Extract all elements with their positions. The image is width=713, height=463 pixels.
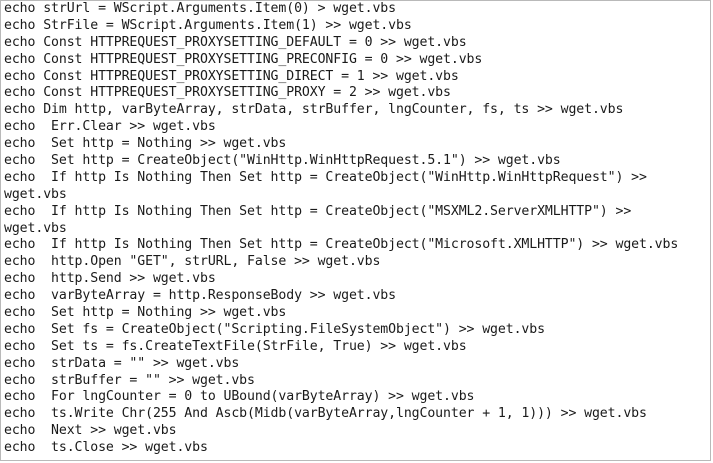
code-line: echo Set http = Nothing >> wget.vbs [4,305,287,321]
code-line: echo varByteArray = http.ResponseBody >>… [4,288,396,304]
code-line: echo Set http = Nothing >> wget.vbs [4,136,287,152]
code-line: echo Set fs = CreateObject("Scripting.Fi… [4,321,545,337]
code-line: echo If http Is Nothing Then Set http = … [4,169,647,185]
code-line: wget.vbs [4,220,67,236]
code-line: echo Const HTTPREQUEST_PROXYSETTING_PREC… [4,51,483,67]
code-line: echo http.Open "GET", strURL, False >> w… [4,254,381,270]
code-line: echo Set http = CreateObject("WinHttp.Wi… [4,153,561,169]
code-line: echo Const HTTPREQUEST_PROXYSETTING_DIRE… [4,68,459,84]
code-line: echo If http Is Nothing Then Set http = … [4,203,632,219]
code-line: echo Set ts = fs.CreateTextFile(StrFile,… [4,338,467,354]
code-line: echo ts.Write Chr(255 And Ascb(Midb(varB… [4,406,647,422]
code-line: echo If http Is Nothing Then Set http = … [4,237,679,253]
code-line: echo http.Send >> wget.vbs [4,271,216,287]
code-line: echo Err.Clear >> wget.vbs [4,119,216,135]
code-line: echo strUrl = WScript.Arguments.Item(0) … [4,1,396,16]
code-line: echo Next >> wget.vbs [4,423,177,439]
code-line: echo strData = "" >> wget.vbs [4,355,240,371]
code-line: echo Const HTTPREQUEST_PROXYSETTING_PROX… [4,85,451,101]
code-line: echo ts.Close >> wget.vbs [4,440,208,456]
code-listing-panel: echo strUrl = WScript.Arguments.Item(0) … [0,0,711,461]
code-line: echo Const HTTPREQUEST_PROXYSETTING_DEFA… [4,34,467,50]
code-line: echo Dim http, varByteArray, strData, st… [4,102,624,118]
code-line: echo strBuffer = "" >> wget.vbs [4,372,255,388]
code-line: echo For lngCounter = 0 to UBound(varByt… [4,389,475,405]
code-line: echo StrFile = WScript.Arguments.Item(1)… [4,17,412,33]
code-line: wget.vbs [4,186,67,202]
code-block: echo strUrl = WScript.Arguments.Item(0) … [4,1,710,457]
